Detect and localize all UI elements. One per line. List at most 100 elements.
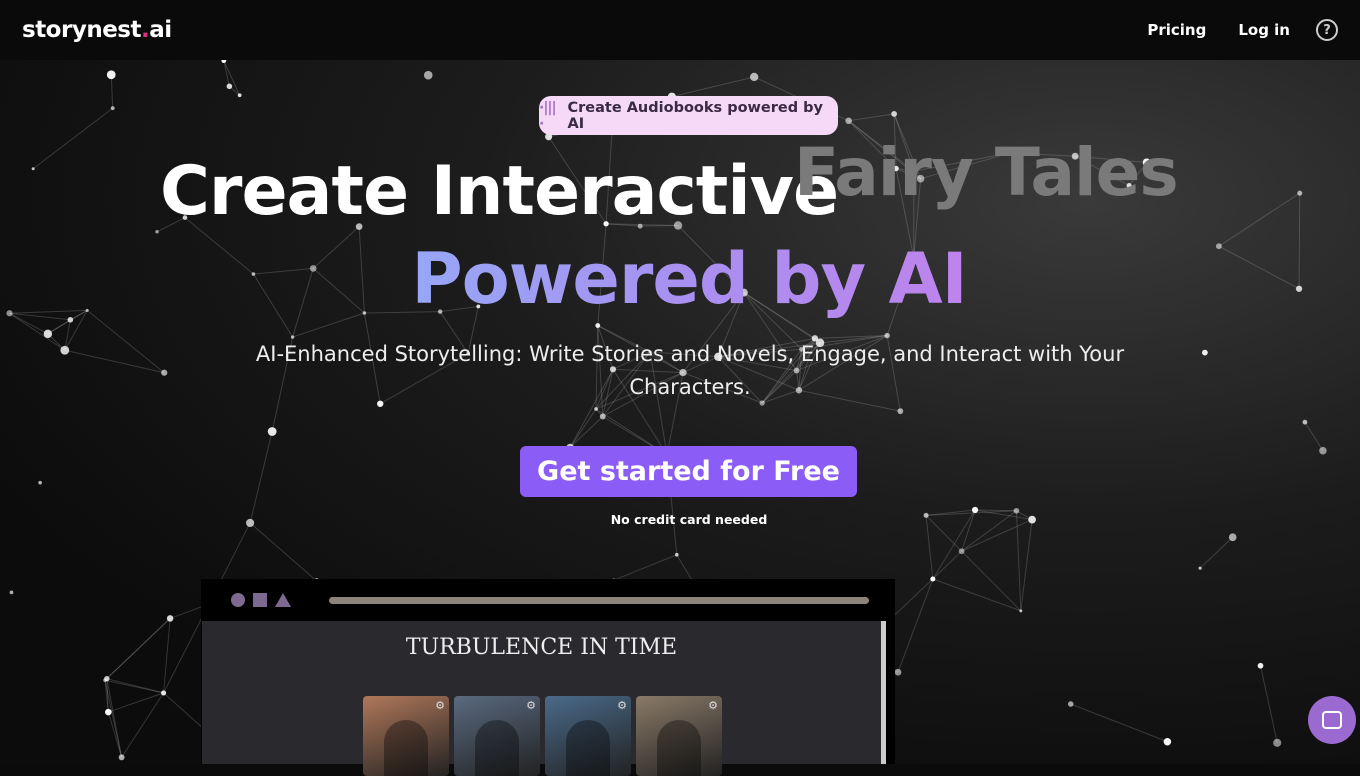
network-line — [1021, 520, 1032, 611]
network-dot — [675, 553, 679, 557]
nav-login[interactable]: Log in — [1238, 21, 1290, 39]
network-dot — [227, 84, 233, 90]
network-dot — [44, 330, 52, 338]
network-dot — [155, 230, 159, 234]
logo-tld: ai — [149, 17, 171, 43]
network-line — [1305, 422, 1323, 451]
network-line — [105, 680, 122, 757]
character-card[interactable]: ⚙ — [363, 696, 449, 776]
network-dot — [1319, 447, 1327, 455]
sound-wave-icon: ·|||· — [539, 100, 559, 132]
get-started-button[interactable]: Get started for Free — [520, 446, 857, 497]
character-portrait — [657, 720, 701, 776]
hero-rotating-word: Fairy Tales — [794, 134, 1178, 211]
network-line — [570, 416, 603, 447]
audiobooks-badge[interactable]: ·|||· Create Audiobooks powered by AI — [539, 96, 838, 135]
network-dot — [595, 323, 600, 328]
network-dot — [1019, 609, 1022, 612]
address-bar — [329, 597, 869, 604]
network-line — [1261, 666, 1278, 743]
hero-title: Create Interactive — [160, 152, 838, 231]
network-line — [108, 693, 163, 712]
network-line — [250, 431, 272, 522]
network-dot — [845, 118, 852, 125]
network-dot — [103, 679, 106, 682]
network-dot — [930, 576, 935, 581]
network-line — [105, 680, 164, 693]
network-dot — [424, 71, 433, 80]
hero-subtitle: AI-Enhanced Storytelling: Write Stories … — [210, 338, 1170, 404]
character-portrait — [384, 720, 428, 776]
network-dot — [10, 591, 14, 595]
network-line — [849, 114, 894, 121]
network-dot — [38, 481, 42, 485]
network-dot — [1199, 567, 1202, 570]
logo-text: storynest — [22, 17, 141, 43]
network-line — [108, 712, 121, 757]
network-line — [111, 75, 112, 108]
network-line — [570, 409, 596, 447]
network-line — [962, 551, 1021, 611]
badge-label: Create Audiobooks powered by AI — [567, 100, 838, 132]
character-cards: ⚙ ⚙ ⚙ ⚙ — [363, 696, 722, 776]
network-dot — [897, 408, 903, 414]
network-dot — [161, 690, 166, 695]
network-line — [65, 350, 164, 373]
network-dot — [268, 427, 277, 436]
gear-icon: ⚙ — [526, 699, 536, 712]
network-line — [672, 77, 754, 97]
network-dot — [1273, 739, 1281, 747]
network-line — [898, 579, 933, 672]
network-line — [122, 693, 164, 757]
top-nav: storynest.ai Pricing Log in ? — [0, 0, 1360, 60]
character-card[interactable]: ⚙ — [454, 696, 540, 776]
gear-icon: ⚙ — [708, 699, 718, 712]
network-dot — [221, 60, 226, 63]
network-dot — [594, 407, 598, 411]
logo-dot: . — [141, 17, 149, 43]
network-dot — [1303, 420, 1308, 425]
network-line — [224, 61, 240, 96]
gear-icon: ⚙ — [435, 699, 445, 712]
network-dot — [161, 370, 167, 376]
network-dot — [60, 346, 69, 355]
app-preview-window: TURBULENCE IN TIME ⚙⚙⚙⚙ — [201, 579, 895, 764]
network-dot — [1164, 738, 1172, 746]
network-dot — [600, 414, 606, 420]
question-circle-icon[interactable]: ? — [1316, 19, 1338, 41]
story-title: TURBULENCE IN TIME — [202, 635, 881, 660]
network-dot — [32, 167, 35, 170]
triangle-icon — [275, 593, 291, 607]
network-dot — [891, 111, 897, 117]
network-dot — [959, 548, 965, 554]
circle-icon — [231, 593, 245, 607]
logo[interactable]: storynest.ai — [22, 17, 172, 43]
network-dot — [238, 93, 242, 97]
network-line — [224, 61, 230, 87]
network-dot — [1229, 533, 1237, 541]
network-line — [33, 108, 113, 169]
network-dot — [1297, 191, 1302, 196]
character-portrait — [566, 720, 610, 776]
network-dot — [1258, 663, 1264, 669]
network-line — [1071, 704, 1168, 742]
hero-title-line2: Powered by AI — [0, 238, 1360, 320]
network-line — [1200, 537, 1233, 568]
network-line — [250, 523, 317, 581]
no-credit-card-note: No credit card needed — [0, 512, 1360, 527]
network-line — [614, 555, 677, 580]
nav-pricing[interactable]: Pricing — [1147, 21, 1206, 39]
network-dot — [119, 754, 125, 760]
network-dot — [895, 669, 902, 676]
character-card[interactable]: ⚙ — [636, 696, 722, 776]
network-dot — [107, 70, 116, 79]
character-portrait — [475, 720, 519, 776]
network-dot — [1202, 350, 1208, 356]
nav-links: Pricing Log in ? — [1147, 19, 1338, 41]
network-line — [105, 618, 170, 680]
character-card[interactable]: ⚙ — [545, 696, 631, 776]
network-line — [933, 579, 1021, 611]
chat-bubble-icon[interactable] — [1308, 696, 1356, 744]
network-dot — [105, 709, 112, 716]
preview-window-bar — [201, 579, 895, 621]
